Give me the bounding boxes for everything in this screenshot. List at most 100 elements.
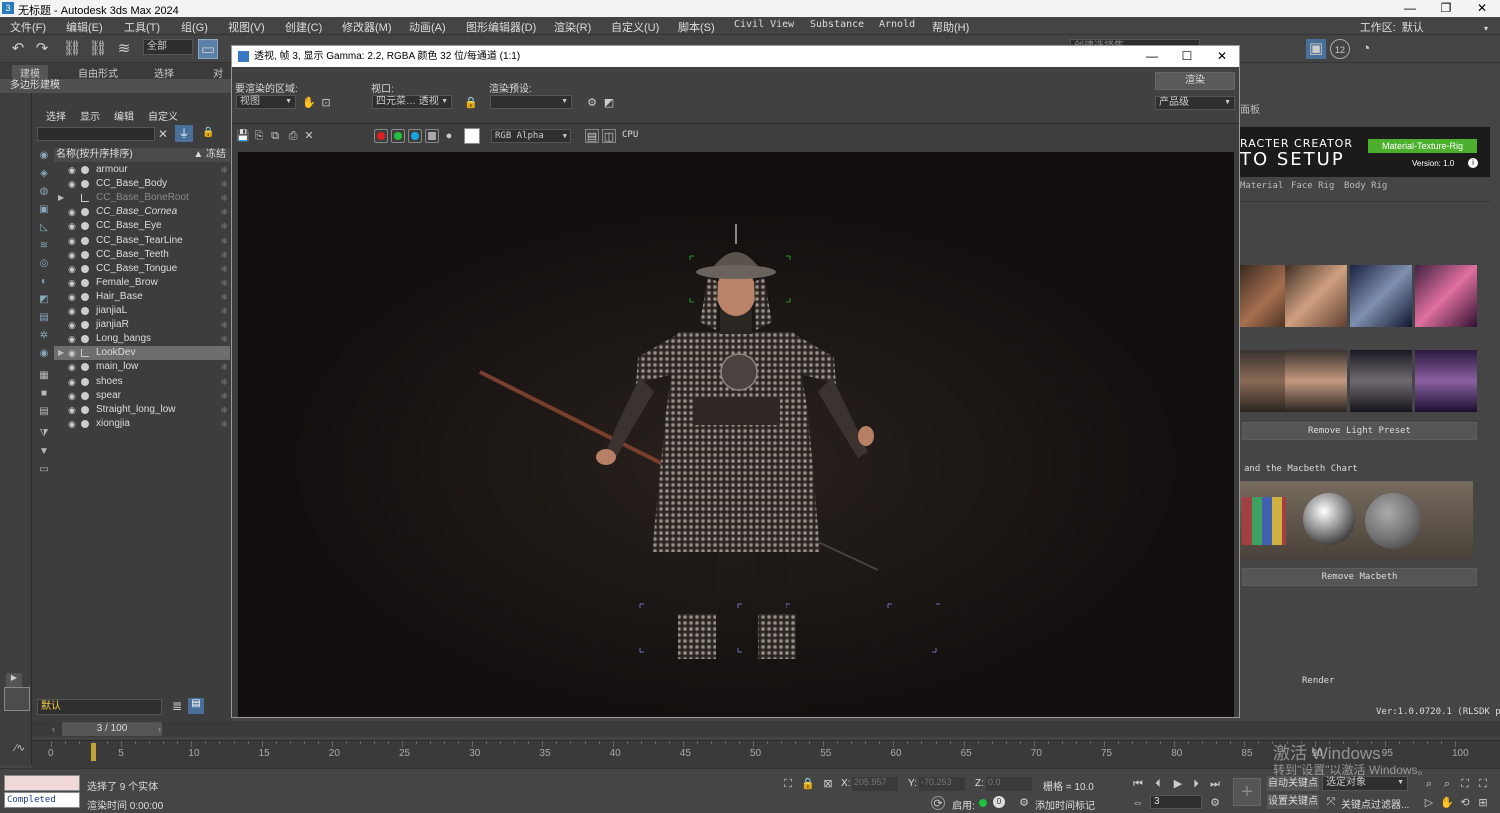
time-slider[interactable]: ‹ 3 / 100 ›: [32, 721, 1500, 737]
menu-animation[interactable]: 动画(A): [409, 19, 446, 35]
curve-editor-icon[interactable]: ⁄∿: [15, 743, 25, 754]
set-key-button[interactable]: 设置关键点: [1267, 794, 1319, 809]
freeze-icon[interactable]: ❄: [220, 219, 228, 233]
eye-icon[interactable]: ◉: [68, 234, 76, 248]
cc-tab-face-rig[interactable]: Face Rig: [1291, 181, 1334, 191]
list-item[interactable]: ◉ shoes ❄: [54, 375, 230, 389]
menu-arnold[interactable]: Arnold: [879, 19, 915, 30]
maxscript-listener[interactable]: [4, 775, 80, 791]
freeze-icon[interactable]: ❄: [220, 417, 228, 431]
fov-icon[interactable]: ▷: [1422, 796, 1436, 810]
clone-window-icon[interactable]: ⧉: [268, 129, 282, 143]
selection-lock-icon[interactable]: 🔒: [801, 777, 815, 791]
next-frame-icon[interactable]: ⏵: [1189, 777, 1203, 791]
clear-image-icon[interactable]: ✕: [302, 129, 316, 143]
selection-filter-dropdown[interactable]: 全部: [143, 39, 193, 55]
list-item[interactable]: ◉ CC_Base_Teeth ❄: [54, 248, 230, 262]
menu-tools[interactable]: 工具(T): [124, 19, 160, 35]
eye-icon[interactable]: ◉: [68, 304, 76, 318]
display-hidden-icon[interactable]: ◉: [36, 348, 52, 362]
display-xrefs-icon[interactable]: ◩: [36, 294, 52, 308]
column-header[interactable]: 名称(按升序排序) ▲ 冻结: [54, 148, 230, 162]
layer-dropdown[interactable]: 默认: [37, 699, 162, 715]
expand-toggle-icon[interactable]: ▶: [6, 673, 22, 687]
explorer-menu-select[interactable]: 选择: [46, 108, 66, 123]
key-mode-icon[interactable]: ⇔: [1131, 796, 1145, 810]
macbeth-preview[interactable]: [1240, 481, 1473, 559]
time-config-icon[interactable]: ⚙: [1208, 796, 1222, 810]
cc-tab-material[interactable]: Material: [1240, 181, 1283, 191]
explorer-search-input[interactable]: [37, 127, 155, 141]
render-close-icon[interactable]: ✕: [1204, 46, 1240, 67]
copy-image-icon[interactable]: ⎘: [252, 129, 266, 143]
menu-edit[interactable]: 编辑(E): [66, 19, 103, 35]
freeze-icon[interactable]: ❄: [220, 290, 228, 304]
list-item[interactable]: ◉ Hair_Base ❄: [54, 290, 230, 304]
undo-icon[interactable]: ↶: [8, 39, 28, 59]
freeze-icon[interactable]: ❄: [220, 191, 228, 205]
filter-toggle-icon[interactable]: ⧩: [36, 428, 52, 442]
quality-dropdown[interactable]: 产品级 ▼: [1155, 96, 1235, 110]
unlink-icon[interactable]: ⛓: [88, 39, 108, 59]
display-containers-icon[interactable]: ✲: [36, 330, 52, 344]
list-item[interactable]: ◉ CC_Base_Tongue ❄: [54, 262, 230, 276]
menu-civil-view[interactable]: Civil View: [734, 19, 794, 30]
zoom-all-icon[interactable]: ⌕: [1440, 777, 1454, 791]
menu-scripting[interactable]: 脚本(S): [678, 19, 715, 35]
adaptive-degradation-icon[interactable]: ⟳: [931, 796, 945, 810]
add-time-tag[interactable]: 添加时间标记: [1035, 797, 1095, 812]
print-image-icon[interactable]: ⎙: [286, 129, 300, 143]
eye-icon[interactable]: ◉: [68, 262, 76, 276]
eye-icon[interactable]: ◉: [68, 290, 76, 304]
list-item[interactable]: ◉ Female_Brow ❄: [54, 276, 230, 290]
menu-customize[interactable]: 自定义(U): [611, 19, 659, 35]
list-item[interactable]: ◉ armour ❄: [54, 163, 230, 177]
render-window-titlebar[interactable]: 透视, 帧 3, 显示 Gamma: 2.2, RGBA 颜色 32 位/每通道…: [232, 46, 1239, 67]
list-item[interactable]: ◉ CC_Base_Cornea ❄: [54, 205, 230, 219]
display-frozen-icon[interactable]: ▦: [36, 370, 52, 384]
slider-prev-icon[interactable]: ‹: [52, 724, 62, 734]
eye-icon[interactable]: ◉: [68, 177, 76, 191]
explorer-menu-display[interactable]: 显示: [80, 108, 100, 123]
layer-explorer-icon[interactable]: ▭: [36, 464, 52, 478]
render-production-icon[interactable]: ◔: [1356, 39, 1376, 59]
eye-icon[interactable]: ◉: [68, 375, 76, 389]
workspace-selector[interactable]: 工作区: 默认 ▾: [1360, 19, 1488, 36]
eye-icon[interactable]: ◉: [68, 360, 76, 374]
goto-end-icon[interactable]: ⏭: [1208, 777, 1222, 791]
freeze-column-header[interactable]: ▲ 冻结: [193, 148, 226, 162]
light-preset-thumb[interactable]: [1285, 265, 1347, 327]
minimize-icon[interactable]: —: [1392, 0, 1428, 17]
red-channel-toggle[interactable]: [374, 129, 388, 143]
list-item[interactable]: ▶ ◉ LookDev ❄: [54, 346, 230, 361]
eye-icon[interactable]: ◉: [68, 248, 76, 262]
freeze-icon[interactable]: ❄: [220, 163, 228, 177]
time-tag-icon[interactable]: 0: [993, 796, 1005, 808]
eye-icon[interactable]: ◉: [68, 332, 76, 346]
eye-icon[interactable]: ◉: [68, 403, 76, 417]
name-column-header[interactable]: 名称(按升序排序): [56, 149, 133, 160]
freeze-icon[interactable]: ❄: [220, 262, 228, 276]
eye-icon[interactable]: ◉: [68, 205, 76, 219]
list-item[interactable]: ▶◉CC_Base_BoneRoot❄: [54, 191, 230, 205]
eye-icon[interactable]: ◉: [68, 417, 76, 431]
render-maximize-icon[interactable]: ☐: [1169, 46, 1205, 67]
layer-stack-icon[interactable]: ≣: [172, 699, 182, 713]
redo-icon[interactable]: ↷: [32, 39, 52, 59]
maxscript-output[interactable]: Completed: [4, 792, 80, 808]
toggle-ui-icon[interactable]: ▤: [585, 129, 599, 143]
rendered-image[interactable]: [238, 152, 1234, 717]
explorer-menu-customize[interactable]: 自定义: [148, 108, 178, 123]
menu-group[interactable]: 组(G): [181, 19, 208, 35]
select-object-icon[interactable]: ▭: [198, 39, 218, 59]
menu-view[interactable]: 视图(V): [228, 19, 265, 35]
zoom-extents-icon[interactable]: ⛶: [1458, 777, 1472, 791]
freeze-icon[interactable]: ❄: [220, 389, 228, 403]
display-influences-icon[interactable]: ▤: [36, 406, 52, 420]
auto-key-button[interactable]: 自动关键点: [1267, 776, 1319, 791]
body-preset-thumb[interactable]: [1285, 350, 1347, 412]
absolute-mode-icon[interactable]: ⊠: [821, 777, 835, 791]
x-coordinate-field[interactable]: 205.957: [852, 777, 898, 791]
info-icon[interactable]: i: [1468, 158, 1478, 168]
menu-modifiers[interactable]: 修改器(M): [342, 19, 392, 35]
